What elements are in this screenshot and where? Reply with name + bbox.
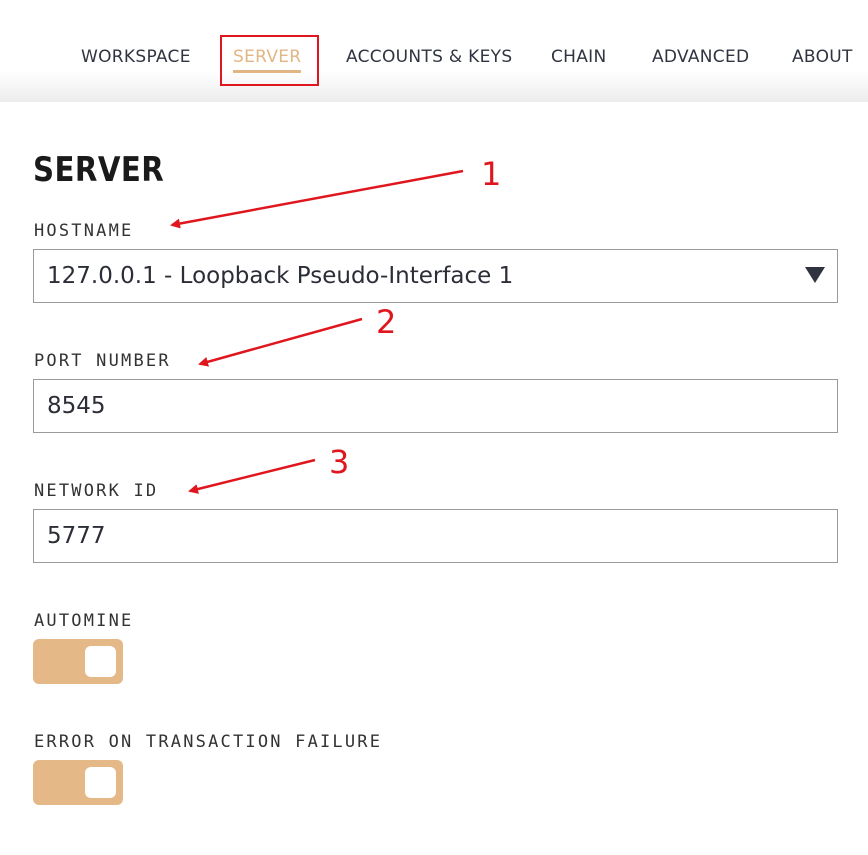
annotation-arrow-2	[198, 317, 363, 367]
annotation-arrow-3	[188, 458, 316, 494]
annotation-marker-1: 1	[481, 155, 502, 193]
annotation-arrow-1	[170, 169, 464, 229]
annotation-marker-3: 3	[329, 443, 350, 481]
annotation-marker-2: 2	[376, 303, 397, 341]
annotation-arrows	[170, 169, 464, 494]
